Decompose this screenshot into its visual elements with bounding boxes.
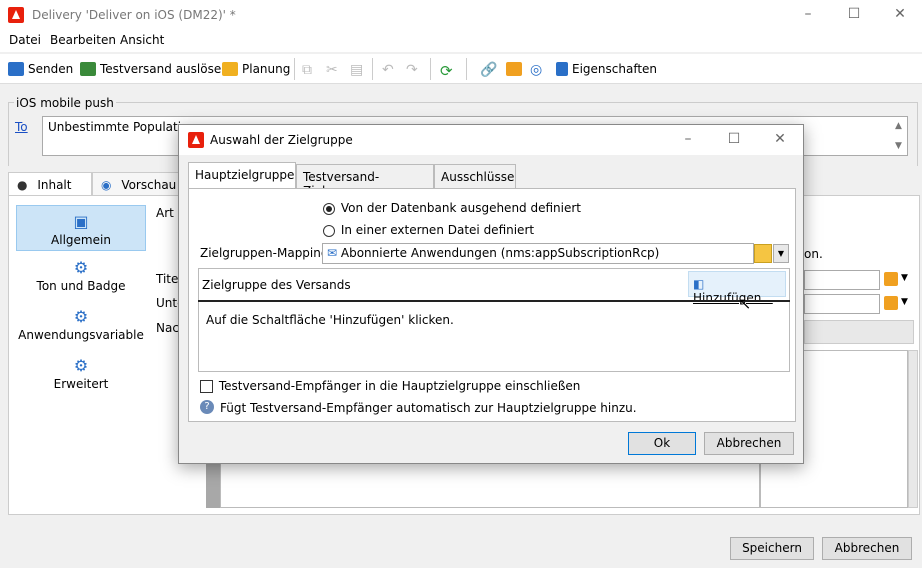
redo-icon: ↷ [406,62,418,78]
menu-file[interactable]: Datei [9,33,41,47]
hint-text: on. [804,247,823,261]
radio-file-option[interactable]: In einer externen Datei definiert [323,223,534,237]
empty-hint: Auf die Schaltfläche 'Hinzufügen' klicke… [206,313,454,327]
schedule-button[interactable]: Planung [222,62,290,76]
title-input[interactable] [804,270,880,290]
gears-icon: ⚙ [73,307,89,326]
help-icon: ? [200,400,214,414]
cancel-button[interactable]: Abbrechen [822,537,912,560]
include-proof-checkbox[interactable]: Testversand-Empfänger in die Hauptzielgr… [200,379,580,393]
scroll-up-icon[interactable]: ▲ [895,121,902,131]
nav-app-variables[interactable]: ⚙ Anwendungsvariable [16,307,146,342]
toolbar-separator [372,58,373,80]
gears-icon: ⚙ [73,356,89,375]
clipboard-icon [556,62,568,76]
personalize-icon[interactable] [884,296,898,310]
toolbar-separator [466,58,467,80]
group-legend: iOS mobile push [14,96,116,110]
properties-button[interactable]: Eigenschaften [556,62,657,76]
to-value: Unbestimmte Population [48,120,197,134]
mapping-dropdown-icon[interactable]: ▼ [773,244,789,263]
personalize-icon[interactable] [884,272,898,286]
apple-icon: ● [17,178,28,192]
tab-main-target[interactable]: Hauptzielgruppe [188,162,296,189]
nav-advanced[interactable]: ⚙ Erweitert [16,356,146,391]
add-icon: ◧ [693,277,705,291]
dialog-title: Auswahl der Zielgruppe [210,133,353,147]
tab-preview[interactable]: ◉ Vorschau [92,172,192,196]
refresh-icon[interactable]: ⟳ [440,62,453,80]
link-icon[interactable]: 🔗 [480,62,497,78]
checkbox-box [200,380,213,393]
save-button[interactable]: Speichern [730,537,814,560]
radio-file [323,224,335,237]
toolbar-separator [430,58,431,80]
toolbar-separator [294,58,295,80]
tab-proof-target[interactable]: Testversand-Zielgruppe [296,164,434,198]
scroll-down-icon[interactable]: ▼ [895,141,902,151]
dialog-minimize-icon[interactable]: – [680,131,696,147]
maximize-icon[interactable]: ☐ [846,6,862,22]
calendar-icon [222,62,238,76]
check-icon[interactable]: ◎ [530,62,542,78]
menu-view[interactable]: Ansicht [120,33,164,47]
close-icon[interactable]: ✕ [892,6,908,22]
envelope-icon [8,62,24,76]
minimize-icon[interactable]: – [800,6,816,22]
dialog-maximize-icon[interactable]: ☐ [726,131,742,147]
eye-icon: ◉ [101,178,112,192]
mapping-icon: ✉ [327,246,338,260]
dropdown-arrow-icon[interactable]: ▼ [901,297,908,307]
undo-icon: ↶ [382,62,394,78]
dialog-cancel-button[interactable]: Abbrechen [704,432,794,455]
mapping-field[interactable]: ✉ Abonnierte Anwendungen (nms:appSubscri… [322,243,754,264]
help-text: Fügt Testversand-Empfänger automatisch z… [220,401,637,415]
subtitle-input[interactable] [804,294,880,314]
message-editor[interactable] [220,460,760,508]
cut-icon: ✂ [326,62,338,78]
nav-general[interactable]: ▣ Allgemein [16,205,146,251]
clipboard-icon: ▣ [73,212,89,231]
app-logo-icon [188,132,204,148]
window-title: Delivery 'Deliver on iOS (DM22)' * [32,8,236,22]
mapping-label: Zielgruppen-Mapping: [200,246,333,260]
editor-scroll-strip [206,460,220,508]
target-divider [198,300,790,302]
dropdown-arrow-icon[interactable]: ▼ [901,273,908,283]
message-toolbar [804,320,914,344]
add-button[interactable]: ◧ Hinzufügen... [688,271,786,305]
gift-icon[interactable] [506,62,522,76]
to-link[interactable]: To [15,120,28,134]
nav-sound-badge[interactable]: ⚙ Ton und Badge [16,258,146,293]
target-label: Zielgruppe des Versands [202,278,351,292]
gears-icon: ⚙ [73,258,89,277]
proof-envelope-icon [80,62,96,76]
proof-button[interactable]: Testversand auslösen [80,62,229,76]
menu-edit[interactable]: Bearbeiten [50,33,116,47]
radio-db [323,202,335,215]
ok-button[interactable]: Ok [628,432,696,455]
copy-icon: ⧉ [302,62,312,78]
app-logo-icon [8,7,24,23]
folder-icon[interactable] [754,244,772,263]
tab-exclusions[interactable]: Ausschlüsse [434,164,516,188]
radio-db-option[interactable]: Von der Datenbank ausgehend definiert [323,201,581,215]
mouse-cursor-icon: ↖ [738,294,752,313]
dialog-close-icon[interactable]: ✕ [772,131,788,147]
preview-scrollbar[interactable] [908,350,918,508]
send-button[interactable]: Senden [8,62,73,76]
paste-icon: ▤ [350,62,364,78]
tab-content[interactable]: ● Inhalt [8,172,92,196]
